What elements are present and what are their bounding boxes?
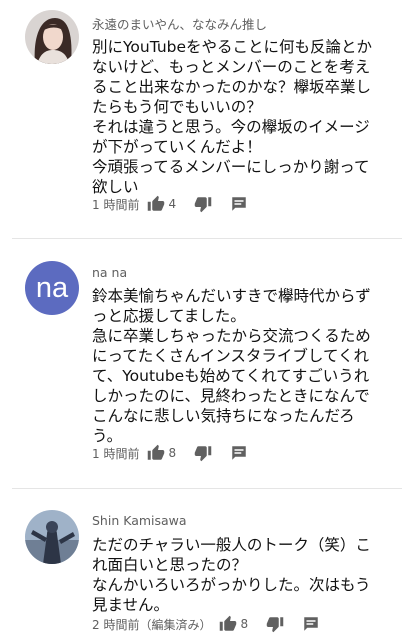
- thumbs-down-icon[interactable]: [194, 444, 212, 462]
- avatar[interactable]: [25, 10, 79, 64]
- avatar[interactable]: [25, 510, 79, 564]
- comment: 永遠のまいやん、ななみん推し 別にYouTubeをやることに何も反論とか ないけ…: [0, 0, 415, 236]
- comment-text: 別にYouTubeをやることに何も反論とか ないけど、もっとメンバーのことを考え…: [92, 37, 397, 197]
- comment-text: 鈴本美愉ちゃんだいすきで欅時代からず っと応援してました。 急に卒業しちゃったか…: [92, 286, 397, 446]
- comment-line: 今頑張ってるメンバーにしっかり謝って: [92, 158, 370, 176]
- comment-line: 鈴本美愉ちゃんだいすきで欅時代からず: [92, 287, 371, 305]
- comment-line: こんなに悲しい気持ちになったんだろ: [92, 407, 355, 425]
- comment-actions: 1 時間前 4: [92, 193, 248, 215]
- comment-line: 別にYouTubeをやることに何も反論とか: [92, 38, 373, 56]
- comment-line: れ面白いと思ったの？: [92, 556, 248, 574]
- comment-list: 永遠のまいやん、ななみん推し 別にYouTubeをやることに何も反論とか ないけ…: [0, 0, 415, 640]
- comment-time: 1 時間前: [92, 446, 140, 461]
- reply-icon[interactable]: [302, 615, 320, 633]
- reply-icon[interactable]: [230, 444, 248, 462]
- comment-actions: 1 時間前 8: [92, 442, 248, 464]
- comment-line: ること出来なかったのかな？欅坂卒業し: [92, 78, 372, 96]
- comment-line: が下がっていくんだよ！: [92, 138, 262, 156]
- comment-line: ただのチャラい一般人のトーク（笑）こ: [92, 536, 371, 554]
- avatar[interactable]: na: [25, 261, 79, 315]
- comment-time: 2 時間前（編集済み）: [92, 617, 212, 632]
- comment-author[interactable]: Shin Kamisawa: [92, 513, 187, 528]
- comment: Shin Kamisawa ただのチャラい一般人のトーク（笑）こ れ面白いと思っ…: [0, 489, 415, 640]
- comment-line: なんかいろいろがっかりした。次はもう: [92, 576, 371, 594]
- like-count: 8: [240, 617, 249, 631]
- comment-line: にってたくさんインスタライブしてくれ: [92, 347, 369, 365]
- thumbs-up-icon[interactable]: [219, 615, 237, 633]
- thumbs-up-icon[interactable]: [147, 195, 165, 213]
- comment-author[interactable]: na na: [92, 265, 127, 280]
- comment-line: 見ません。: [92, 596, 170, 614]
- comment-line: しかったのに、見終わったときになんで: [92, 387, 370, 405]
- like-count: 8: [168, 446, 177, 460]
- comment: na na na 鈴本美愉ちゃんだいすきで欅時代からず っと応援してました。 急…: [0, 239, 415, 486]
- reply-icon[interactable]: [230, 195, 248, 213]
- comment-line: て、Youtubeも始めてくれてすごいうれ: [92, 367, 370, 385]
- comment-line: っと応援してました。: [92, 307, 246, 325]
- comment-line: たらもう何でもいいの？: [92, 98, 262, 116]
- thumbs-down-icon[interactable]: [194, 195, 212, 213]
- thumbs-down-icon[interactable]: [266, 615, 284, 633]
- comment-author[interactable]: 永遠のまいやん、ななみん推し: [92, 14, 267, 33]
- avatar-initials: na: [35, 271, 69, 304]
- comment-time: 1 時間前: [92, 197, 140, 212]
- comment-line: ないけど、もっとメンバーのことを考え: [92, 58, 371, 76]
- like-count: 4: [168, 197, 177, 211]
- comment-line: それは違うと思う。今の欅坂のイメージ: [92, 118, 370, 136]
- thumbs-up-icon[interactable]: [147, 444, 165, 462]
- comment-text: ただのチャラい一般人のトーク（笑）こ れ面白いと思ったの？ なんかいろいろがっか…: [92, 535, 397, 615]
- comment-line: 急に卒業しちゃったから交流つくるため: [92, 327, 371, 345]
- comment-actions: 2 時間前（編集済み） 8: [92, 613, 320, 635]
